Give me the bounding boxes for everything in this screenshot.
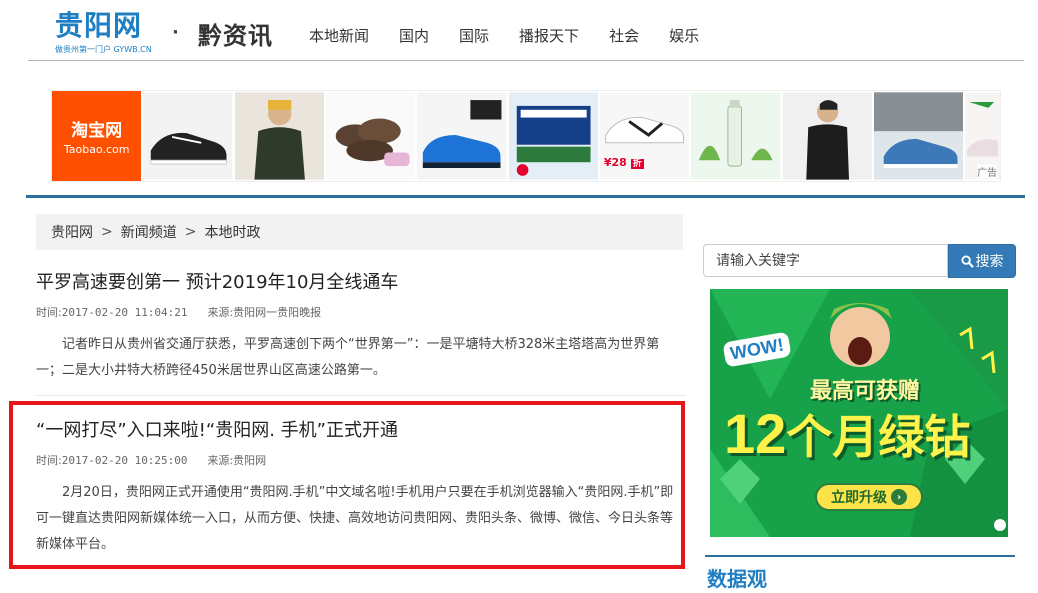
article-summary: 记者昨日从贵州省交通厅获悉，平罗高速创下两个“世界第一”：一是平塘特大桥328米… (36, 337, 660, 378)
product-sea-cucumber-image[interactable] (325, 91, 416, 181)
banner-divider (26, 195, 1025, 198)
nav-item-local-news[interactable]: 本地新闻 (309, 25, 369, 46)
upgrade-now-button[interactable]: 立即升级 › (815, 483, 923, 511)
site-logo[interactable]: 贵阳网 做贵州第一门户 GYWB.CN (55, 10, 155, 56)
breadcrumb-separator: > (101, 224, 113, 240)
arrow-right-icon: › (891, 489, 907, 505)
article-item: “一网打尽”入口来啦!“贵阳网. 手机”正式开通 时间:2017-02-20 1… (36, 416, 686, 558)
product-jacket-image[interactable] (234, 91, 324, 181)
source-label: 来源: (207, 306, 234, 319)
article-source: 贵阳网一贵阳晚报 (233, 306, 322, 319)
header-divider (28, 60, 1024, 61)
time-label: 时间: (36, 306, 62, 319)
product-mesh-shoe-image[interactable] (873, 91, 964, 181)
data-section-divider (705, 555, 1015, 557)
upgrade-button-label: 立即升级 (831, 490, 887, 506)
article-time: 2017-02-20 10:25:00 (61, 454, 188, 467)
nav-item-international[interactable]: 国际 (459, 25, 489, 46)
data-section-title[interactable]: 数据观 (707, 563, 767, 592)
product-sweater-image[interactable] (782, 91, 872, 181)
breadcrumb-home[interactable]: 贵阳网 (51, 222, 93, 242)
article-item: 平罗高速要创第一 预计2019年10月全线通车 时间:2017-02-20 11… (36, 268, 686, 384)
taobao-logo[interactable]: 淘宝网 Taobao.com (52, 91, 142, 181)
logo-separator-dot: · (172, 22, 179, 43)
ad-offer-text: 个月绿钻 (786, 410, 971, 464)
ad-offer: 12个月绿钻 (724, 401, 970, 467)
breadcrumb-news-channel[interactable]: 新闻频道 (121, 222, 177, 242)
nav-item-society[interactable]: 社会 (609, 25, 639, 46)
breadcrumb-local-politics[interactable]: 本地时政 (204, 222, 260, 242)
article-title[interactable]: 平罗高速要创第一 预计2019年10月全线通车 (36, 268, 686, 294)
taobao-logo-cn: 淘宝网 (71, 121, 123, 141)
article-divider (36, 395, 686, 396)
article-source: 贵阳网 (233, 454, 267, 467)
nav-item-world-broadcast[interactable]: 播报天下 (519, 25, 579, 46)
logo-text: 贵阳网 (55, 9, 143, 42)
product-partial-image[interactable]: 广告 (965, 91, 1001, 181)
source-label: 来源: (207, 454, 234, 467)
green-diamond-ad[interactable]: WOW! 最高可获赠 12个月绿钻 立即升级 › (710, 289, 1008, 537)
breadcrumb-separator: > (184, 224, 197, 240)
channel-title[interactable]: 黔资讯 (198, 16, 273, 51)
article-meta: 时间:2017-02-20 11:04:21 来源:贵阳网一贵阳晚报 (36, 304, 686, 320)
article-summary: 2月20日，贵阳网正式开通使用“贵阳网.手机”中文域名啦!手机用户只要在手机浏览… (36, 485, 674, 552)
search-button-label: 搜索 (975, 254, 1004, 270)
search-input[interactable] (703, 244, 948, 277)
time-label: 时间: (36, 454, 62, 467)
product-blue-shoe-image[interactable] (417, 91, 507, 181)
search-button[interactable]: 搜索 (948, 244, 1016, 278)
article-meta: 时间:2017-02-20 10:25:00 来源:贵阳网 (36, 452, 686, 468)
ad-label: 广告 (977, 164, 998, 179)
product-ssd-image[interactable] (508, 91, 598, 181)
product-skincare-image[interactable] (691, 91, 781, 181)
breadcrumb: 贵阳网 > 新闻频道 > 本地时政 (36, 214, 683, 250)
product-white-shoe-image[interactable]: ¥28 折 (599, 91, 690, 181)
logo-slogan: 做贵州第一门户 GYWB.CN (55, 45, 152, 54)
nav-item-entertainment[interactable]: 娱乐 (669, 25, 699, 46)
product-sneaker-image[interactable] (143, 91, 233, 181)
taobao-logo-en: Taobao.com (63, 143, 130, 156)
main-nav: 本地新闻 国内 国际 播报天下 社会 娱乐 (309, 25, 729, 46)
article-title[interactable]: “一网打尽”入口来啦!“贵阳网. 手机”正式开通 (36, 416, 686, 442)
search-icon (960, 254, 974, 268)
taobao-banner-ad[interactable]: 淘宝网 Taobao.com ¥28 折 广告 (51, 90, 1001, 182)
ad-offer-number: 12 (724, 402, 787, 465)
nav-item-domestic[interactable]: 国内 (399, 25, 429, 46)
product-price: ¥28 折 (603, 156, 644, 169)
article-time: 2017-02-20 11:04:21 (61, 306, 188, 319)
